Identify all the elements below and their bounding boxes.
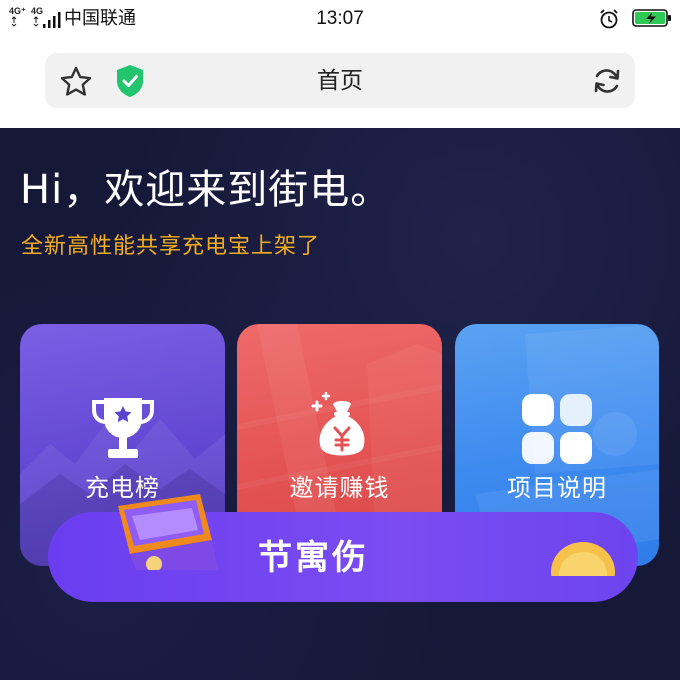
- greeting-heading: Hi，欢迎来到街电。: [20, 167, 392, 213]
- browser-toolbar: 首页: [0, 38, 680, 128]
- treasure-chest-icon: [118, 494, 218, 570]
- battery-charging-icon: [632, 9, 671, 27]
- money-bag-icon: [311, 392, 364, 456]
- trophy-icon: [91, 398, 154, 458]
- promo-subtitle: 全新高性能共享充电宝上架了: [21, 234, 321, 259]
- coin-icon: [551, 542, 615, 576]
- page-title: 首页: [317, 68, 363, 94]
- card-label: 项目说明: [507, 474, 607, 502]
- status-time: 13:07: [316, 8, 364, 29]
- status-bar: 4G⁺ 4G 中国联通 13:07: [0, 0, 680, 38]
- alarm-icon: [600, 9, 618, 29]
- card-label: 邀请赚钱: [289, 474, 390, 502]
- address-bar[interactable]: 首页: [45, 53, 635, 108]
- banner-title: 节寓伤: [258, 538, 369, 578]
- refresh-icon[interactable]: [590, 65, 624, 97]
- grid-icon: [522, 394, 592, 464]
